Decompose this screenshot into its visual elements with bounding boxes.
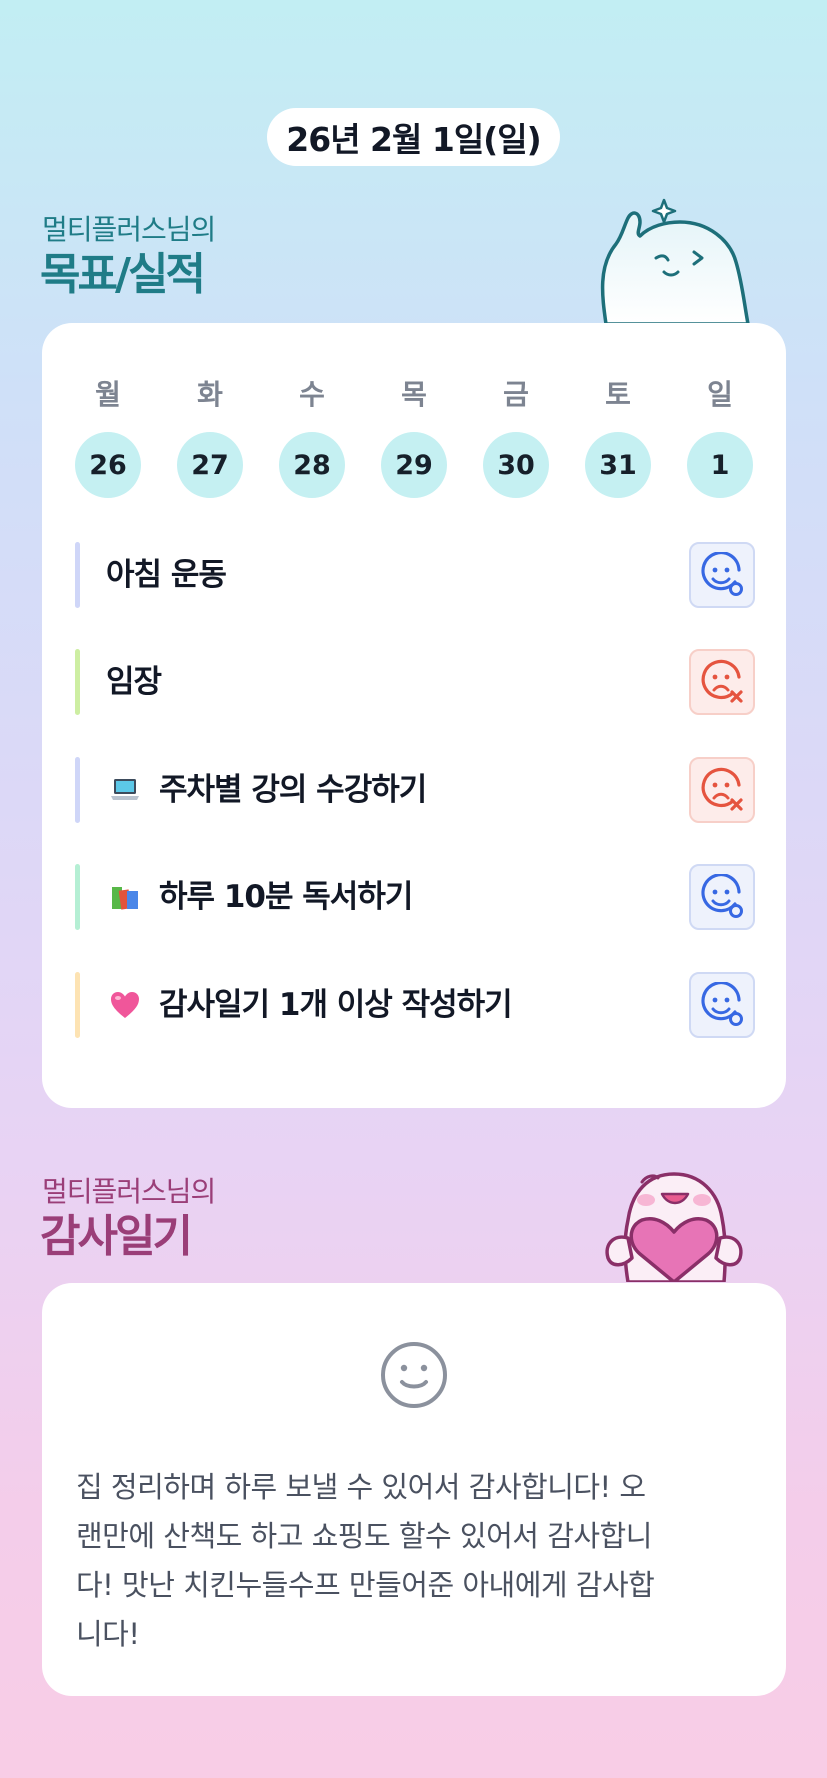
frown-failed-icon	[701, 767, 743, 811]
goal-label: 하루 10분 독서하기	[159, 879, 413, 915]
goal-color-bar	[75, 864, 80, 930]
day-name: 화	[197, 378, 223, 411]
day-thu[interactable]: 목 29	[381, 375, 447, 498]
week-calendar: 월 26 화 27 수 28 목 29 금 30 토 31 일 1	[75, 375, 755, 505]
smile-achieved-icon	[701, 982, 743, 1026]
goal-color-bar	[75, 757, 80, 823]
status-achieved-button[interactable]	[689, 972, 755, 1038]
gratitude-line: 니다!	[76, 1617, 140, 1651]
day-fri[interactable]: 금 30	[483, 375, 549, 498]
goals-card: 월 26 화 27 수 28 목 29 금 30 토 31 일 1 아침 운동 …	[42, 323, 786, 1108]
day-name: 토	[605, 378, 631, 411]
goal-color-bar	[75, 542, 80, 608]
goal-label: 임장	[106, 664, 162, 700]
goal-label: 아침 운동	[106, 557, 227, 593]
day-sun[interactable]: 일 1	[687, 375, 753, 498]
date-label[interactable]: 26년 2월 1일(일)	[267, 108, 560, 166]
mascot-ghost-icon	[600, 198, 750, 324]
day-number[interactable]: 28	[279, 432, 345, 498]
day-mon[interactable]: 월 26	[75, 375, 141, 498]
day-number[interactable]: 1	[687, 432, 753, 498]
goal-item[interactable]: 감사일기 1개 이상 작성하기	[75, 972, 755, 1038]
books-icon	[112, 887, 138, 910]
day-number[interactable]: 29	[381, 432, 447, 498]
day-number[interactable]: 31	[585, 432, 651, 498]
gratitude-line: 랜만에 산책도 하고 쇼핑도 할수 있어서 감사합니	[76, 1519, 652, 1553]
day-name: 목	[401, 378, 427, 411]
gratitude-card: 집 정리하며 하루 보낼 수 있어서 감사합니다! 오 랜만에 산책도 하고 쇼…	[42, 1283, 786, 1696]
smile-achieved-icon	[701, 552, 743, 596]
goal-item[interactable]: 임장	[75, 649, 755, 715]
goal-color-bar	[75, 972, 80, 1038]
gratitude-line: 집 정리하며 하루 보낼 수 있어서 감사합니다! 오	[76, 1470, 646, 1504]
day-number[interactable]: 26	[75, 432, 141, 498]
status-achieved-button[interactable]	[689, 542, 755, 608]
goal-item[interactable]: 아침 운동	[75, 542, 755, 608]
day-name: 수	[299, 378, 325, 411]
goals-section-title: 목표/실적	[40, 249, 206, 300]
goal-label: 주차별 강의 수강하기	[159, 772, 427, 808]
day-number[interactable]: 27	[177, 432, 243, 498]
day-number[interactable]: 30	[483, 432, 549, 498]
goal-color-bar	[75, 649, 80, 715]
smile-icon	[381, 1342, 447, 1408]
mascot-heart-icon	[605, 1172, 743, 1282]
frown-failed-icon	[701, 659, 743, 703]
gratitude-entry-text: 집 정리하며 하루 보낼 수 있어서 감사합니다! 오 랜만에 산책도 하고 쇼…	[76, 1463, 756, 1659]
day-name: 금	[503, 378, 529, 411]
status-failed-button[interactable]	[689, 649, 755, 715]
smile-achieved-icon	[701, 874, 743, 918]
day-sat[interactable]: 토 31	[585, 375, 651, 498]
status-achieved-button[interactable]	[689, 864, 755, 930]
gratitude-section-title: 감사일기	[40, 1211, 193, 1262]
gratitude-line: 다! 맛난 치킨누들수프 만들어준 아내에게 감사합	[76, 1568, 655, 1602]
goal-item[interactable]: 하루 10분 독서하기	[75, 864, 755, 930]
goal-item[interactable]: 주차별 강의 수강하기	[75, 757, 755, 823]
heart-icon	[111, 992, 139, 1018]
laptop-icon	[111, 779, 139, 800]
day-name: 월	[95, 378, 121, 411]
day-wed[interactable]: 수 28	[279, 375, 345, 498]
day-name: 일	[707, 378, 733, 411]
status-failed-button[interactable]	[689, 757, 755, 823]
day-tue[interactable]: 화 27	[177, 375, 243, 498]
goal-label: 감사일기 1개 이상 작성하기	[159, 987, 513, 1023]
